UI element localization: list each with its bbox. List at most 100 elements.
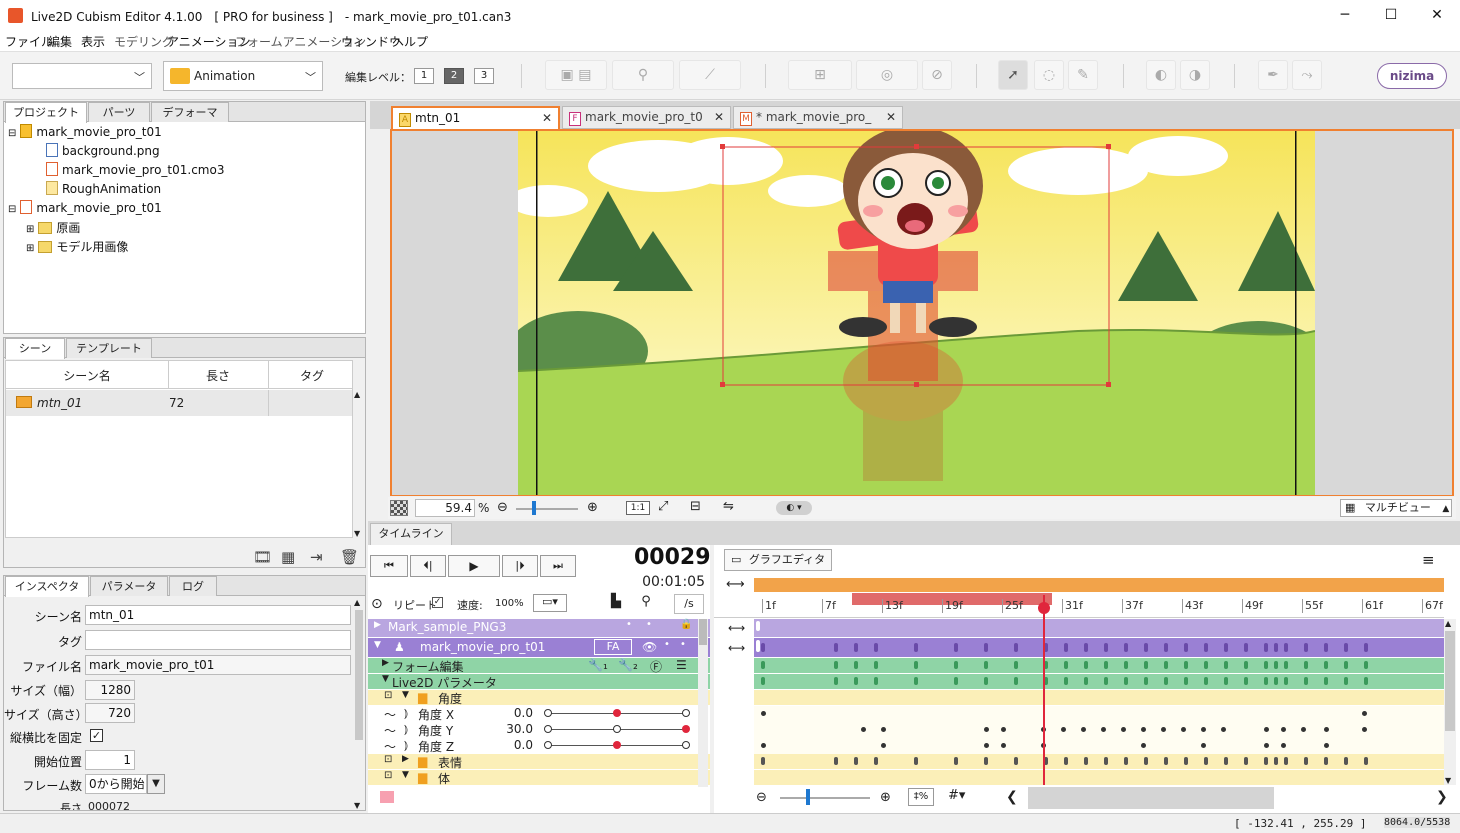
keyframe-marker[interactable]: [914, 643, 918, 652]
keyframe-marker[interactable]: [874, 643, 878, 652]
keyframe-marker[interactable]: [1224, 661, 1228, 669]
keyframe-marker[interactable]: [761, 661, 765, 669]
grid-snap-icon[interactable]: #▾: [948, 788, 978, 806]
keyframe-marker[interactable]: [1084, 677, 1088, 685]
tree-item-background[interactable]: background.png: [46, 143, 160, 158]
fit-view-icon[interactable]: ⤢: [658, 499, 668, 514]
keyframe-marker[interactable]: [756, 640, 760, 652]
track-row-model[interactable]: ▼ ♟ mark_movie_pro_t01 FA 👁 • •: [368, 638, 710, 657]
edit-level-1-button[interactable]: 1: [414, 68, 434, 84]
keyframe-marker[interactable]: [1184, 757, 1188, 765]
keyframe-marker[interactable]: [1224, 677, 1228, 685]
keyframe-marker[interactable]: [1184, 643, 1188, 652]
expand-down-icon[interactable]: ▼: [402, 770, 409, 780]
keyframe-marker[interactable]: [854, 661, 858, 669]
film-select-icon[interactable]: ▭▾: [533, 594, 567, 612]
keyframe-marker[interactable]: [1264, 743, 1269, 748]
doc-tab-form[interactable]: Fmark_movie_pro_t0 ✕: [562, 106, 731, 129]
animation-canvas[interactable]: [518, 131, 1315, 495]
timeline-scrollbar[interactable]: [698, 619, 708, 787]
keyframe-marker[interactable]: [1141, 727, 1146, 732]
inspector-scrollbar[interactable]: ▲ ▼: [354, 598, 364, 810]
form-f-icon[interactable]: Ⓕ: [650, 658, 662, 675]
keyframe-marker[interactable]: [1264, 643, 1268, 652]
keyframe-marker[interactable]: [1304, 677, 1308, 685]
onion-skin-icon[interactable]: ▙: [606, 594, 626, 614]
keyframe-marker[interactable]: [1124, 757, 1128, 765]
param-slider-thumb[interactable]: [682, 725, 690, 733]
nizima-button[interactable]: nizima: [1377, 63, 1447, 89]
zoom-in-icon[interactable]: ⊕: [587, 500, 598, 515]
scroll-up-icon[interactable]: ▲: [354, 390, 360, 399]
keyframe-marker[interactable]: [1014, 677, 1018, 685]
keyframe-marker[interactable]: [1164, 643, 1168, 652]
frame-count-select[interactable]: 0から開始: [85, 774, 147, 794]
keyframe-marker[interactable]: [1274, 677, 1278, 685]
keyframe-marker[interactable]: [1124, 661, 1128, 669]
keyframe-marker[interactable]: [1264, 757, 1268, 765]
step-back-icon[interactable]: ⏴|: [410, 555, 446, 577]
keyframe-marker[interactable]: [854, 677, 858, 685]
height-field[interactable]: 720: [85, 703, 135, 723]
keyframe-marker[interactable]: [1362, 711, 1367, 716]
keyframe-marker[interactable]: [1084, 643, 1088, 652]
go-first-icon[interactable]: ⏮: [370, 555, 408, 577]
track-row-body-group[interactable]: ⊡ ▼ ▆ 体: [368, 770, 710, 786]
keyframe-marker[interactable]: [1284, 661, 1288, 669]
zoom-slider-thumb[interactable]: [532, 501, 536, 515]
group-toggle-icon[interactable]: ⊡: [384, 690, 392, 701]
keyframe-marker[interactable]: [1164, 677, 1168, 685]
keyframe-marker[interactable]: [1284, 643, 1288, 652]
keyframe-marker[interactable]: [1344, 757, 1348, 765]
keyframe-marker[interactable]: [756, 621, 760, 631]
keyframe-marker[interactable]: [1064, 757, 1068, 765]
keyframe-marker[interactable]: [1124, 677, 1128, 685]
scroll-left-icon[interactable]: ❮: [1006, 789, 1018, 805]
keyframe-marker[interactable]: [1204, 643, 1208, 652]
keyframe-marker[interactable]: [1324, 757, 1328, 765]
tab-scene[interactable]: シーン: [5, 338, 65, 359]
keyframe-marker[interactable]: [1364, 677, 1368, 685]
chevron-down-icon[interactable]: ▼: [147, 774, 165, 794]
keyframe-marker[interactable]: [1184, 661, 1188, 669]
keyframe-marker[interactable]: [834, 757, 838, 765]
workspace-select[interactable]: ﹀: [12, 63, 152, 89]
track-row-live2d-params[interactable]: ▼ Live2D パラメータ: [368, 674, 710, 690]
tab-log[interactable]: ログ: [169, 576, 217, 596]
keyframe-marker[interactable]: [874, 757, 878, 765]
keyframe-marker[interactable]: [984, 743, 989, 748]
rotation-deformer-icon[interactable]: ◎: [856, 60, 918, 90]
flip-view-icon[interactable]: ⇋: [723, 499, 734, 514]
keyframe-marker[interactable]: [1204, 661, 1208, 669]
keyframe-marker[interactable]: [954, 757, 958, 765]
scroll-down-icon[interactable]: ▼: [1445, 776, 1451, 785]
edit-level-2-button[interactable]: 2: [444, 68, 464, 84]
keyframe-marker[interactable]: [1364, 661, 1368, 669]
keyframe-marker[interactable]: [954, 643, 958, 652]
tab-inspector[interactable]: インスペクタ: [5, 576, 89, 597]
tab-parameters[interactable]: パラメータ: [90, 576, 168, 596]
tab-timeline[interactable]: タイムライン: [370, 523, 452, 545]
keyframe-marker[interactable]: [1064, 661, 1068, 669]
keyframe-marker[interactable]: [761, 711, 766, 716]
scene-scrollbar[interactable]: ▲ ▼: [354, 390, 364, 538]
keyframe-marker[interactable]: [984, 727, 989, 732]
keyframe-marker[interactable]: [1164, 757, 1168, 765]
playhead-handle[interactable]: [1038, 602, 1050, 614]
tag-field[interactable]: [85, 630, 351, 650]
delete-trash-icon[interactable]: 🗑: [340, 548, 359, 566]
keyframe-marker[interactable]: [1181, 727, 1186, 732]
fa-badge[interactable]: FA: [594, 639, 632, 655]
table-row[interactable]: mtn_01 72: [6, 390, 352, 416]
keyframe-marker[interactable]: [1001, 743, 1006, 748]
keyframe-marker[interactable]: [1014, 643, 1018, 652]
scroll-thumb[interactable]: [699, 619, 707, 645]
keyframe-marker[interactable]: [1014, 757, 1018, 765]
go-last-icon[interactable]: ⏭: [540, 555, 576, 577]
keyframe-marker[interactable]: [1281, 743, 1286, 748]
keyframe-marker[interactable]: [1274, 757, 1278, 765]
multiview-button[interactable]: ▦ マルチビュー ▲: [1340, 499, 1452, 517]
play-icon[interactable]: ▶: [448, 555, 500, 577]
close-tab-icon[interactable]: ✕: [542, 108, 552, 129]
pen-icon[interactable]: ✒: [1258, 60, 1288, 90]
